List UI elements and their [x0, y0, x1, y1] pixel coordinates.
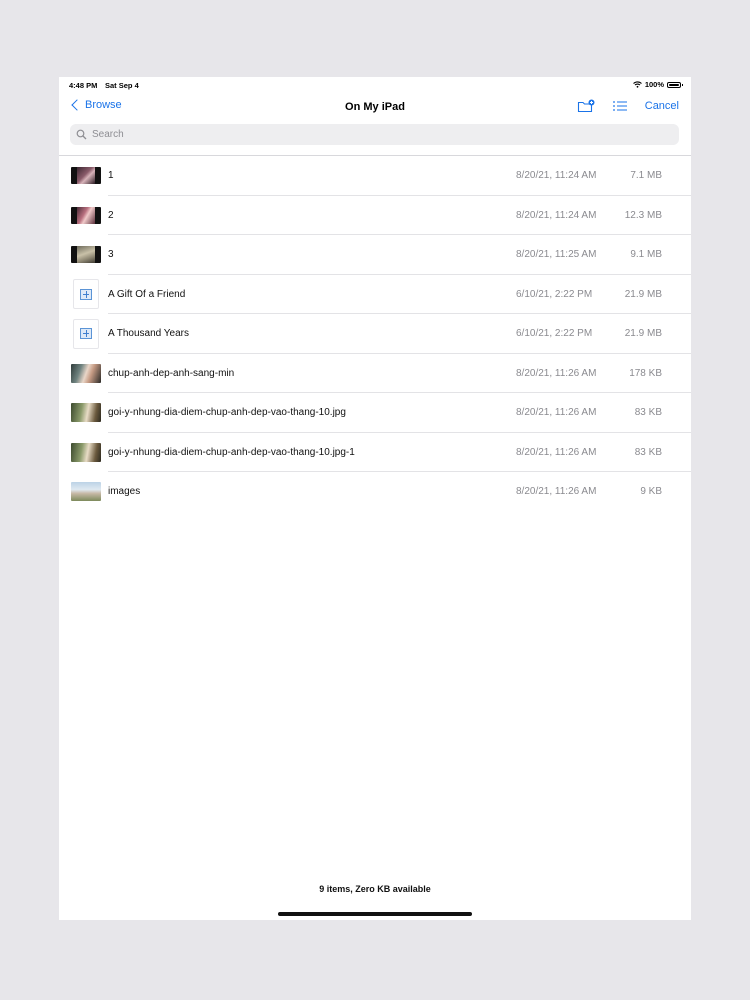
file-size: 9.1 MB	[630, 249, 662, 261]
file-list: 1 8/20/21, 11:24 AM 7.1 MB 2 8/20/21, 11…	[59, 156, 691, 512]
file-size: 7.1 MB	[630, 170, 662, 182]
status-time: 4:48 PM	[69, 81, 98, 90]
audio-file-icon	[73, 279, 99, 310]
search-icon	[76, 129, 87, 140]
file-size: 12.3 MB	[624, 209, 662, 221]
file-row[interactable]: 1 8/20/21, 11:24 AM 7.1 MB	[59, 156, 691, 196]
status-indicators: 100%	[632, 80, 683, 89]
video-thumbnail	[71, 246, 101, 264]
battery-icon	[667, 81, 683, 88]
file-size: 21.9 MB	[624, 288, 662, 300]
navigation-bar: Browse On My iPad Cancel	[59, 95, 691, 121]
home-indicator[interactable]	[278, 912, 472, 916]
status-date: Sat Sep 4	[105, 81, 139, 90]
battery-percent: 100%	[644, 80, 664, 89]
file-row[interactable]: A Gift Of a Friend 6/10/21, 2:22 PM 21.9…	[59, 275, 691, 315]
search-placeholder: Search	[92, 129, 124, 140]
file-name: 2	[108, 209, 114, 221]
file-size: 178 KB	[629, 367, 662, 379]
file-date: 8/20/21, 11:26 AM	[516, 367, 597, 379]
file-row[interactable]: 2 8/20/21, 11:24 AM 12.3 MB	[59, 196, 691, 236]
file-size: 83 KB	[634, 407, 662, 419]
audio-file-icon	[73, 318, 99, 349]
file-date: 6/10/21, 2:22 PM	[516, 328, 593, 340]
status-bar: 4:48 PM Sat Sep 4 100%	[59, 77, 691, 93]
file-row[interactable]: 3 8/20/21, 11:25 AM 9.1 MB	[59, 235, 691, 275]
file-size: 21.9 MB	[624, 328, 662, 340]
file-row[interactable]: images 8/20/21, 11:26 AM 9 KB	[59, 472, 691, 512]
nav-actions: Cancel	[577, 99, 679, 113]
files-screen: 4:48 PM Sat Sep 4 100% Browse On My iPad	[59, 77, 691, 920]
photo-thumbnail	[71, 482, 101, 502]
cancel-button[interactable]: Cancel	[645, 100, 679, 112]
file-name: goi-y-nhung-dia-diem-chup-anh-dep-vao-th…	[108, 446, 355, 458]
file-date: 8/20/21, 11:26 AM	[516, 446, 597, 458]
file-name: goi-y-nhung-dia-diem-chup-anh-dep-vao-th…	[108, 407, 346, 419]
photo-thumbnail	[71, 403, 101, 423]
file-row[interactable]: goi-y-nhung-dia-diem-chup-anh-dep-vao-th…	[59, 433, 691, 473]
file-size: 83 KB	[634, 446, 662, 458]
file-name: A Gift Of a Friend	[108, 288, 186, 300]
file-date: 8/20/21, 11:25 AM	[516, 249, 597, 261]
wifi-icon	[632, 81, 642, 88]
file-date: 8/20/21, 11:26 AM	[516, 407, 597, 419]
list-view-icon[interactable]	[611, 99, 629, 113]
search-input[interactable]: Search	[70, 124, 679, 145]
file-name: A Thousand Years	[108, 328, 189, 340]
file-name: 1	[108, 170, 114, 182]
file-name: chup-anh-dep-anh-sang-min	[108, 367, 235, 379]
photo-thumbnail	[71, 363, 101, 383]
file-name: 3	[108, 249, 114, 261]
file-date: 8/20/21, 11:24 AM	[516, 209, 597, 221]
file-size: 9 KB	[640, 486, 662, 498]
file-row[interactable]: chup-anh-dep-anh-sang-min 8/20/21, 11:26…	[59, 354, 691, 394]
file-name: images	[108, 486, 141, 498]
file-row[interactable]: goi-y-nhung-dia-diem-chup-anh-dep-vao-th…	[59, 393, 691, 433]
file-date: 6/10/21, 2:22 PM	[516, 288, 593, 300]
file-date: 8/20/21, 11:24 AM	[516, 170, 597, 182]
storage-status: 9 items, Zero KB available	[319, 884, 431, 894]
file-row[interactable]: A Thousand Years 6/10/21, 2:22 PM 21.9 M…	[59, 314, 691, 354]
new-folder-icon[interactable]	[577, 99, 595, 113]
video-thumbnail	[71, 206, 101, 224]
file-date: 8/20/21, 11:26 AM	[516, 486, 597, 498]
photo-thumbnail	[71, 442, 101, 462]
video-thumbnail	[71, 167, 101, 185]
